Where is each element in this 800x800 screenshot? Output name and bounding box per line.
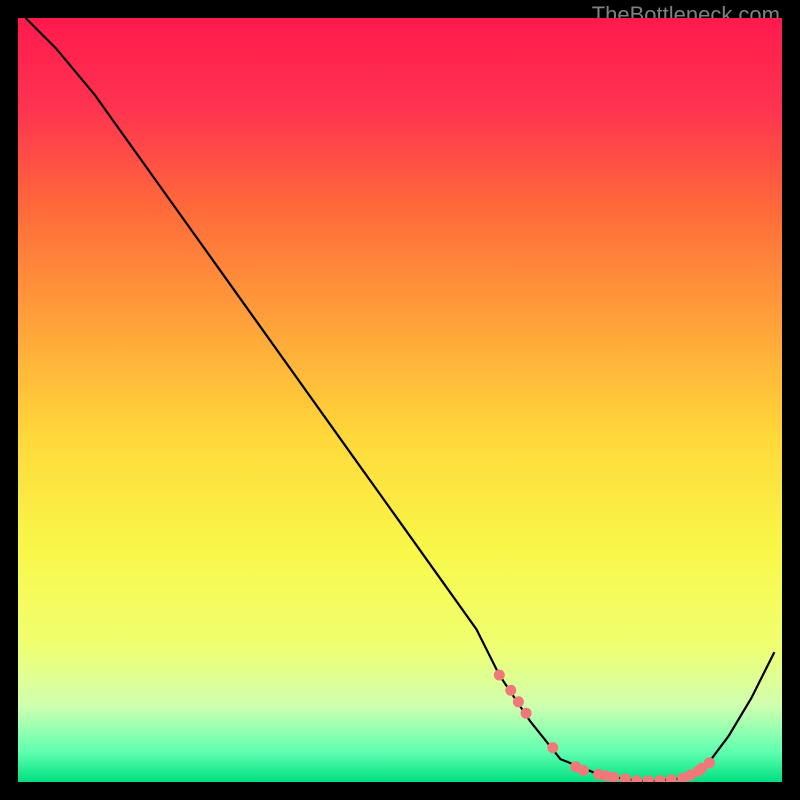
gradient-background [18,18,782,782]
data-point [521,708,532,719]
data-point [547,742,558,753]
chart-svg [18,18,782,782]
data-point [513,696,524,707]
data-point [505,685,516,696]
data-point [494,670,505,681]
data-point [704,757,715,768]
data-point [578,765,589,776]
chart-frame [18,18,782,782]
